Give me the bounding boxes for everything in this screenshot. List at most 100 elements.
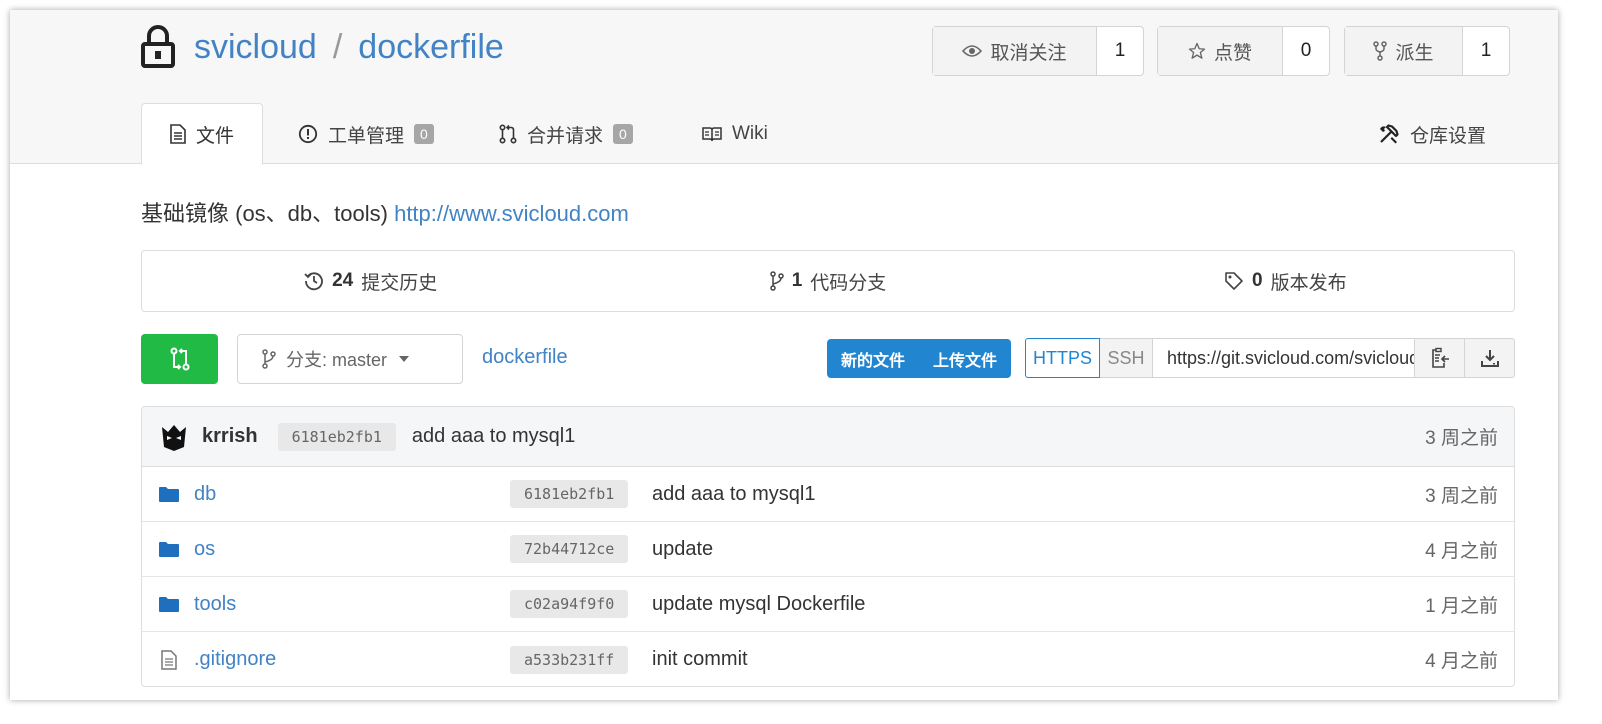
pull-request-icon bbox=[499, 124, 517, 144]
latest-commit-bar: krrish 6181eb2fb1 add aaa to mysql1 3 周之… bbox=[142, 407, 1514, 467]
https-toggle[interactable]: HTTPS bbox=[1025, 338, 1100, 378]
tab-settings-label: 仓库设置 bbox=[1410, 125, 1487, 147]
pull-requests-count-badge: 0 bbox=[613, 124, 633, 144]
star-count[interactable]: 0 bbox=[1283, 27, 1329, 75]
tab-issues-label: 工单管理 bbox=[328, 125, 405, 147]
file-row-gitignore: .gitignore a533b231ff init commit 4 月之前 bbox=[142, 632, 1514, 686]
fork-button[interactable]: 派生 bbox=[1345, 27, 1463, 75]
star-button[interactable]: 点赞 bbox=[1158, 27, 1283, 75]
file-entry[interactable]: tools bbox=[158, 593, 236, 616]
file-commit-sha[interactable]: c02a94f9f0 bbox=[510, 590, 629, 618]
watch-count[interactable]: 1 bbox=[1097, 27, 1143, 75]
star-label: 点赞 bbox=[1213, 42, 1252, 64]
branches-stat[interactable]: 1 代码分支 bbox=[599, 251, 1056, 311]
tab-files[interactable]: 文件 bbox=[141, 103, 264, 165]
commits-stat[interactable]: 24 提交历史 bbox=[142, 251, 599, 311]
new-file-button[interactable]: 新的文件 bbox=[827, 339, 919, 378]
file-commit-time: 1 月之前 bbox=[1425, 595, 1498, 617]
history-icon bbox=[304, 272, 323, 291]
file-name[interactable]: os bbox=[194, 538, 215, 561]
breadcrumb-repo-link[interactable]: dockerfile bbox=[482, 346, 568, 369]
file-text-icon bbox=[170, 124, 186, 144]
file-name[interactable]: .gitignore bbox=[194, 648, 276, 671]
tag-icon bbox=[1225, 272, 1243, 290]
file-commit-time: 4 月之前 bbox=[1425, 540, 1498, 562]
file-commit-message[interactable]: add aaa to mysql1 bbox=[652, 483, 815, 506]
fork-label: 派生 bbox=[1395, 42, 1434, 64]
file-commit-message[interactable]: update mysql Dockerfile bbox=[652, 593, 865, 616]
file-list: krrish 6181eb2fb1 add aaa to mysql1 3 周之… bbox=[141, 406, 1515, 687]
copy-url-button[interactable] bbox=[1415, 338, 1465, 378]
repo-website-link[interactable]: http://www.svicloud.com bbox=[394, 201, 629, 226]
fork-button-group: 派生 1 bbox=[1344, 26, 1510, 76]
releases-count: 0 bbox=[1252, 270, 1263, 291]
issues-count-badge: 0 bbox=[414, 124, 434, 144]
repo-title: svicloud / dockerfile bbox=[194, 28, 504, 67]
branch-dropdown-label: 分支: master bbox=[286, 350, 388, 370]
tab-wiki-label: Wiki bbox=[732, 123, 768, 144]
avatar[interactable] bbox=[158, 420, 190, 453]
file-entry[interactable]: os bbox=[158, 538, 215, 561]
tab-pull-requests[interactable]: 合并请求 0 bbox=[499, 103, 633, 165]
branch-icon bbox=[262, 349, 276, 369]
releases-label: 版本发布 bbox=[1270, 272, 1347, 294]
tab-wiki[interactable]: Wiki bbox=[702, 103, 768, 165]
upload-file-button[interactable]: 上传文件 bbox=[919, 339, 1011, 378]
tab-files-label: 文件 bbox=[196, 125, 235, 147]
commits-count: 24 bbox=[332, 270, 354, 291]
file-name[interactable]: tools bbox=[194, 593, 236, 616]
repo-owner-link[interactable]: svicloud bbox=[194, 28, 317, 66]
book-icon bbox=[702, 127, 722, 142]
star-button-group: 点赞 0 bbox=[1157, 26, 1330, 76]
caret-down-icon bbox=[399, 356, 410, 362]
fork-icon bbox=[1373, 41, 1388, 61]
download-icon bbox=[1480, 350, 1499, 367]
eye-icon bbox=[962, 45, 983, 57]
repo-description: 基础镜像 (os、db、tools) http://www.svicloud.c… bbox=[141, 196, 629, 228]
folder-icon bbox=[159, 486, 179, 502]
repo-header: svicloud / dockerfile 取消关注 1 点赞 0 派生 1 文… bbox=[10, 10, 1558, 165]
commit-sha-badge[interactable]: 6181eb2fb1 bbox=[277, 422, 396, 451]
file-commit-time: 4 月之前 bbox=[1425, 651, 1498, 672]
file-actions-group: 新的文件 上传文件 bbox=[827, 339, 1012, 378]
clone-url-input[interactable]: https://git.svicloud.com/svicloud/docker… bbox=[1153, 338, 1415, 378]
tab-issues[interactable]: 工单管理 0 bbox=[298, 103, 434, 165]
file-commit-message[interactable]: update bbox=[652, 538, 713, 561]
file-entry[interactable]: db bbox=[158, 483, 216, 506]
file-row-tools: tools c02a94f9f0 update mysql Dockerfile… bbox=[142, 577, 1514, 632]
file-name[interactable]: db bbox=[194, 483, 216, 506]
ssh-toggle[interactable]: SSH bbox=[1100, 338, 1153, 378]
releases-stat[interactable]: 0 版本发布 bbox=[1057, 251, 1514, 311]
watch-label: 取消关注 bbox=[990, 42, 1067, 64]
clone-bar: HTTPS SSH https://git.svicloud.com/svicl… bbox=[1025, 338, 1515, 378]
branches-count: 1 bbox=[791, 270, 803, 291]
commit-author[interactable]: krrish bbox=[202, 425, 258, 448]
tools-icon bbox=[1380, 124, 1399, 144]
tab-settings[interactable]: 仓库设置 bbox=[1378, 103, 1486, 165]
file-commit-sha[interactable]: a533b231ff bbox=[510, 645, 629, 674]
folder-icon bbox=[159, 541, 179, 557]
repo-stats-bar: 24 提交历史 1 代码分支 0 版本发布 bbox=[141, 250, 1515, 312]
repo-description-text: 基础镜像 (os、db、tools) bbox=[141, 201, 388, 226]
commit-message: add aaa to mysql1 bbox=[411, 425, 576, 447]
repo-name-link[interactable]: dockerfile bbox=[358, 28, 504, 66]
branches-label: 代码分支 bbox=[810, 272, 887, 294]
commit-time: 3 周之前 bbox=[1425, 428, 1498, 449]
unwatch-button[interactable]: 取消关注 bbox=[933, 27, 1097, 75]
watch-button-group: 取消关注 1 bbox=[932, 26, 1144, 76]
compare-button[interactable] bbox=[141, 334, 218, 384]
tab-pull-requests-label: 合并请求 bbox=[527, 125, 604, 147]
branch-dropdown[interactable]: 分支: master bbox=[237, 334, 463, 384]
download-button[interactable] bbox=[1465, 338, 1515, 378]
branch-icon bbox=[769, 271, 784, 291]
file-row-db: db 6181eb2fb1 add aaa to mysql1 3 周之前 bbox=[142, 467, 1514, 522]
fork-count[interactable]: 1 bbox=[1463, 27, 1509, 75]
commits-label: 提交历史 bbox=[361, 272, 438, 294]
folder-icon bbox=[159, 596, 179, 612]
file-entry[interactable]: .gitignore bbox=[158, 648, 276, 671]
file-commit-time: 3 周之前 bbox=[1425, 485, 1498, 507]
file-commit-sha[interactable]: 72b44712ce bbox=[510, 535, 629, 563]
file-commit-message[interactable]: init commit bbox=[652, 648, 748, 671]
file-commit-sha[interactable]: 6181eb2fb1 bbox=[510, 480, 629, 508]
lock-icon bbox=[141, 25, 175, 68]
